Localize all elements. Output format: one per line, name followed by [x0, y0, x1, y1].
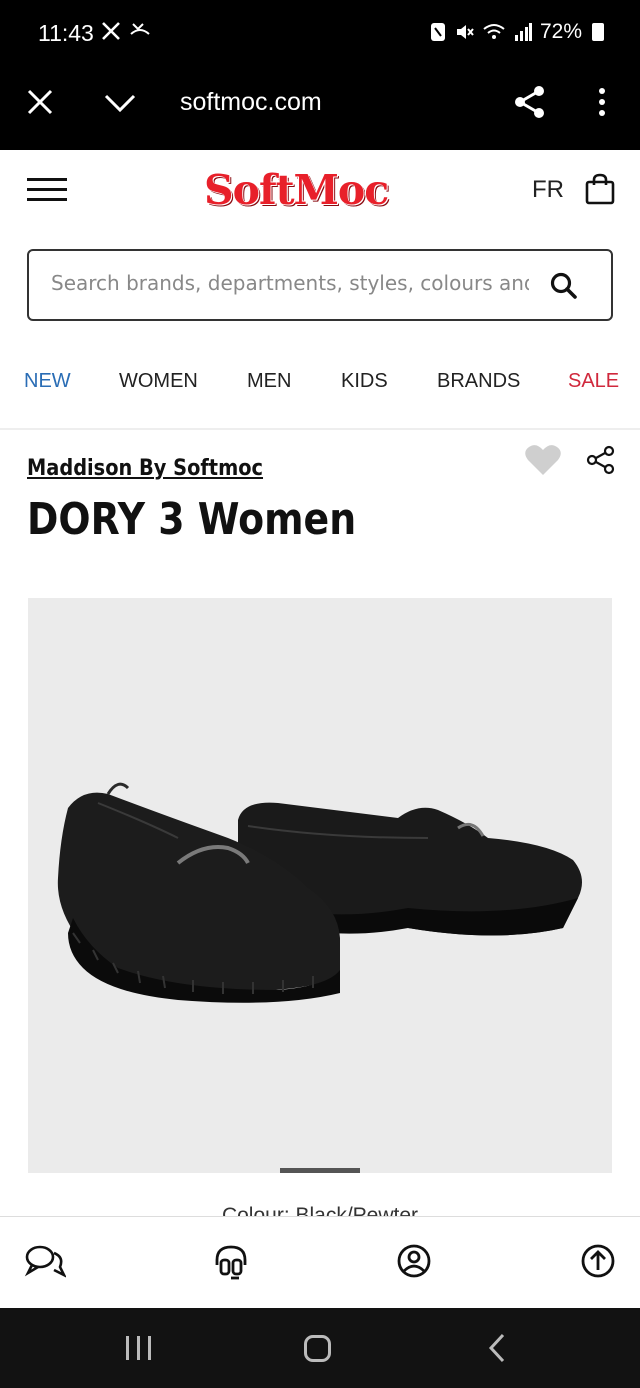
signal-icon	[514, 23, 532, 41]
x-icon	[102, 22, 120, 40]
android-nav-bar	[0, 1308, 640, 1388]
carousel-indicator[interactable]	[280, 1168, 360, 1173]
shopping-bag-icon[interactable]	[585, 173, 615, 205]
main-nav: NEW WOMEN MEN KIDS BRANDS SALE	[0, 362, 640, 402]
browser-url[interactable]: softmoc.com	[180, 88, 322, 117]
product-image[interactable]	[28, 598, 612, 1173]
nav-sale[interactable]: SALE	[568, 370, 619, 393]
nav-women[interactable]: WOMEN	[119, 370, 198, 393]
wifi-icon	[483, 24, 505, 39]
menu-icon[interactable]	[27, 178, 67, 202]
product-title: DORY 3 Women	[27, 494, 357, 545]
battery-icon	[592, 23, 604, 41]
account-icon[interactable]	[396, 1243, 432, 1279]
status-time: 11:43	[38, 20, 94, 46]
recent-apps-icon[interactable]	[126, 1336, 151, 1360]
status-left-icons	[100, 20, 152, 42]
loafer-shoes-image	[57, 782, 582, 1003]
status-bar: 11:43 72%	[0, 0, 640, 70]
bottom-action-bar	[0, 1216, 640, 1308]
language-toggle[interactable]: FR	[532, 176, 564, 204]
more-options-icon[interactable]	[594, 86, 610, 118]
nav-men[interactable]: MEN	[247, 370, 291, 393]
chat-icon[interactable]	[24, 1243, 66, 1279]
nfc-icon	[430, 23, 445, 41]
softmoc-logo[interactable]: SoftMoc	[204, 166, 389, 214]
heart-icon[interactable]	[524, 443, 562, 477]
share-icon[interactable]	[586, 445, 616, 475]
browser-toolbar: softmoc.com	[0, 70, 640, 150]
search-icon[interactable]	[549, 271, 579, 301]
scroll-to-top-icon[interactable]	[580, 1243, 616, 1279]
nav-divider	[0, 428, 640, 430]
mute-icon	[456, 25, 474, 39]
nav-brands[interactable]: BRANDS	[437, 370, 520, 393]
support-headset-icon[interactable]	[212, 1243, 250, 1281]
close-icon[interactable]	[24, 86, 56, 118]
battery-percent: 72%	[539, 20, 582, 43]
nav-kids[interactable]: KIDS	[341, 370, 388, 393]
product-brand-link[interactable]: Maddison By Softmoc	[27, 456, 263, 481]
back-icon[interactable]	[487, 1332, 507, 1364]
nav-new[interactable]: NEW	[24, 370, 71, 393]
share-icon[interactable]	[512, 84, 548, 120]
search-box	[27, 249, 613, 321]
home-icon[interactable]	[304, 1335, 331, 1362]
search-input[interactable]	[51, 271, 529, 295]
missed-call-icon	[130, 23, 150, 35]
chevron-down-icon[interactable]	[102, 88, 138, 116]
site-header: SoftMoc FR	[0, 150, 640, 230]
status-right: 72%	[430, 20, 604, 44]
